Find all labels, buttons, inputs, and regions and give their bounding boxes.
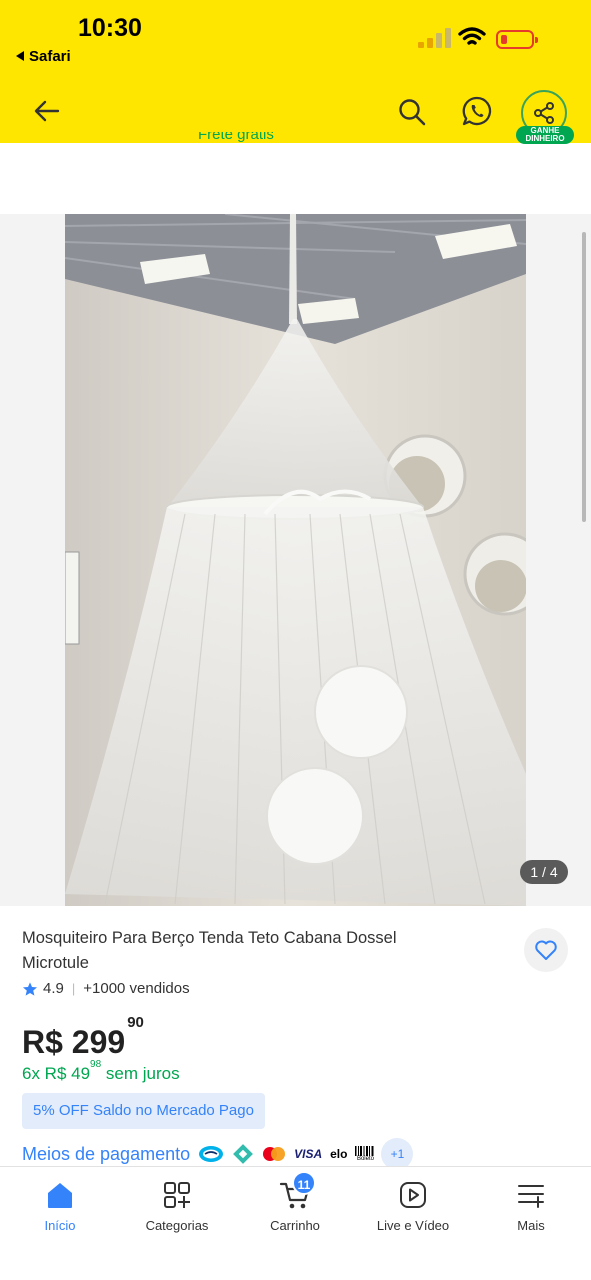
bottom-tab-bar: Início Categorias Carrinho 11 Live e Víd… <box>0 1166 591 1280</box>
mercado-pago-icon <box>198 1145 224 1163</box>
elo-icon: elo <box>330 1147 348 1161</box>
product-image[interactable] <box>65 214 526 906</box>
product-price: R$ 29990 <box>22 1014 144 1060</box>
search-icon[interactable] <box>397 97 427 127</box>
visa-icon: VISA <box>294 1147 323 1161</box>
product-title: Mosquiteiro Para Berço Tenda Teto Cabana… <box>22 929 397 972</box>
app-header: 10:30 Safari GANHE DINHEIRO <box>0 0 591 146</box>
rating-value: 4.9 <box>43 980 64 997</box>
wifi-icon <box>458 27 486 45</box>
home-icon <box>48 1183 72 1208</box>
back-to-safari[interactable]: Safari <box>16 48 71 65</box>
share-earn-badge: GANHE DINHEIRO <box>516 126 574 144</box>
pix-icon <box>232 1143 254 1165</box>
play-icon <box>400 1182 426 1208</box>
heart-icon <box>535 940 557 960</box>
favorite-button[interactable] <box>524 928 568 972</box>
page-scrollbar[interactable] <box>582 232 586 522</box>
back-arrow-icon[interactable] <box>32 96 62 126</box>
tab-categorias[interactable]: Categorias <box>118 1167 236 1247</box>
installments-text: 6x R$ 4998 sem juros <box>22 1059 180 1083</box>
rating-row[interactable]: 4.9 | +1000 vendidos <box>22 980 190 997</box>
whatsapp-icon[interactable] <box>461 95 493 127</box>
tab-mais[interactable]: Mais <box>472 1167 590 1247</box>
back-triangle-icon <box>16 51 24 61</box>
share-earn-button[interactable]: GANHE DINHEIRO <box>516 90 576 146</box>
status-time: 10:30 <box>78 14 142 42</box>
tab-inicio[interactable]: Início <box>1 1167 119 1247</box>
sold-count: +1000 vendidos <box>83 980 190 997</box>
shipping-cut-text: Frete grátis <box>198 132 274 143</box>
tab-live-video[interactable]: Live e Vídeo <box>354 1167 472 1247</box>
payments-label: Meios de pagamento <box>22 1143 191 1164</box>
promo-badge[interactable]: 5% OFF Saldo no Mercado Pago <box>22 1093 265 1129</box>
battery-icon <box>496 30 538 49</box>
boleto-icon: Boleto <box>355 1146 375 1162</box>
rating-divider: | <box>71 981 76 996</box>
signal-icon <box>418 28 452 48</box>
mastercard-icon <box>262 1146 286 1162</box>
cart-count-badge: 11 <box>292 1171 316 1195</box>
menu-plus-icon <box>518 1185 544 1208</box>
image-counter: 1 / 4 <box>520 860 568 884</box>
star-icon <box>23 981 37 996</box>
categories-icon <box>164 1182 190 1208</box>
